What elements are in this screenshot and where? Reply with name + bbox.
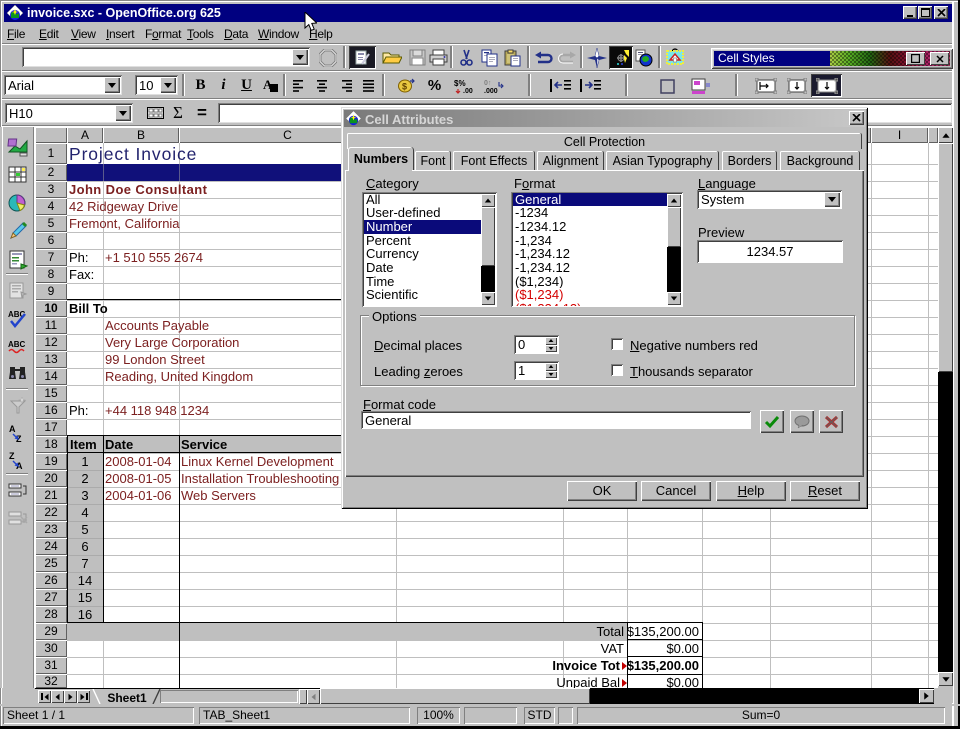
svg-text:.00: .00 bbox=[463, 88, 473, 94]
svg-text:A: A bbox=[9, 424, 16, 434]
svg-text:0↑: 0↑ bbox=[484, 80, 491, 87]
svg-text:ABC: ABC bbox=[8, 340, 26, 349]
svg-text:$: $ bbox=[402, 82, 407, 92]
svg-text:Z: Z bbox=[9, 451, 15, 461]
svg-text:$%: $% bbox=[454, 79, 466, 88]
svg-text:.000: .000 bbox=[484, 88, 498, 94]
